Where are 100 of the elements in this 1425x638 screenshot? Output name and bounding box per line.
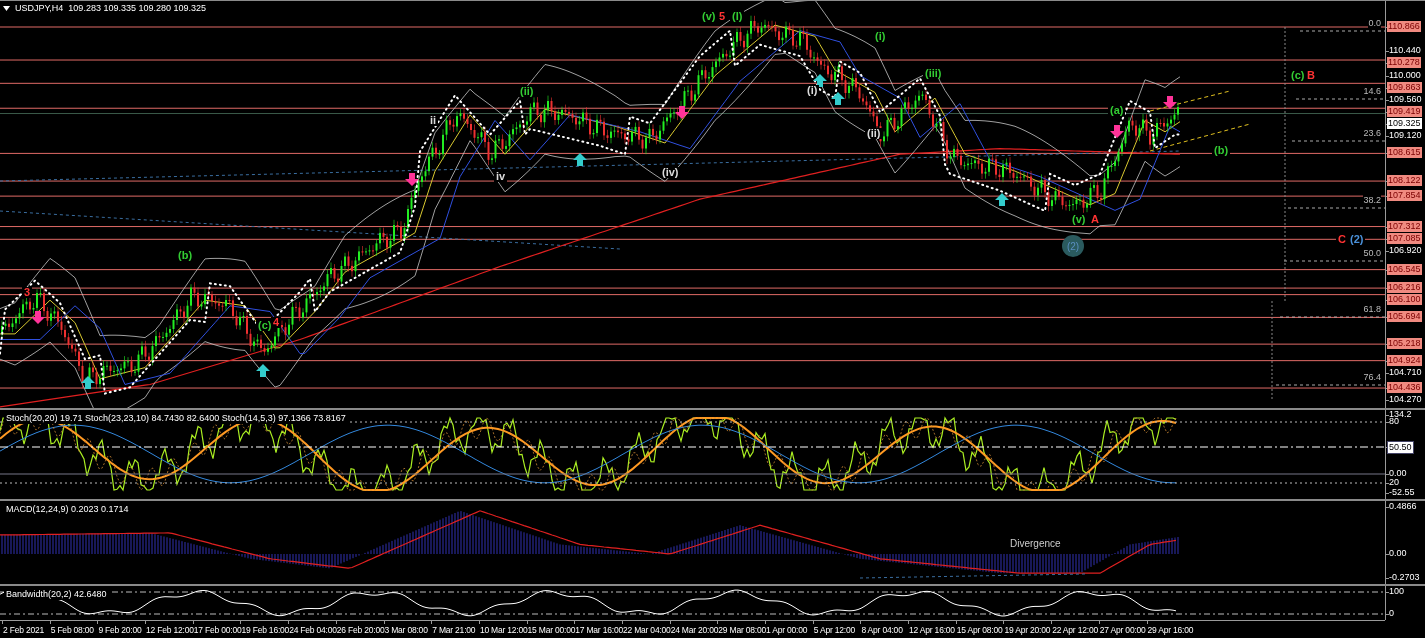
time-label: 10 Mar 12:00 bbox=[479, 625, 528, 635]
fibonacci-label: 0.0 bbox=[1368, 18, 1381, 29]
wave-label: (2) bbox=[1348, 234, 1366, 245]
time-label: 24 Feb 04:00 bbox=[289, 625, 337, 635]
time-label: 17 Feb 00:00 bbox=[193, 625, 242, 635]
wave-label: (ii) bbox=[865, 128, 883, 139]
time-label: 8 Apr 04:00 bbox=[861, 625, 903, 635]
time-label: 19 Apr 20:00 bbox=[1004, 625, 1051, 635]
price-level-tag: 104.924 bbox=[1387, 355, 1422, 366]
down-arrow-icon bbox=[675, 106, 689, 119]
time-label: 12 Feb 12:00 bbox=[146, 625, 194, 635]
price-level-tag: 109.863 bbox=[1387, 82, 1422, 93]
price-label: 109.120 bbox=[1389, 130, 1422, 141]
time-label: 3 Mar 08:00 bbox=[384, 625, 428, 635]
time-label: 24 Mar 20:00 bbox=[670, 625, 719, 635]
wave-label: (v) bbox=[700, 11, 718, 22]
ohlc-values: 109.283 109.335 109.280 109.325 bbox=[68, 3, 206, 14]
price-label: -52.55 bbox=[1389, 487, 1415, 498]
annotation-label: Divergence bbox=[1010, 538, 1061, 549]
indicator-label: Bandwidth(20,2) 42.6480 bbox=[4, 589, 109, 600]
wave-label: (c) bbox=[1289, 70, 1307, 81]
wave-label: (b) bbox=[1212, 145, 1231, 156]
wave-label: (a) bbox=[1108, 105, 1126, 116]
up-arrow-icon bbox=[831, 92, 845, 105]
price-level-tag: 107.085 bbox=[1387, 233, 1422, 244]
wave-label: (v) bbox=[1070, 214, 1088, 225]
price-label: 0.00 bbox=[1389, 468, 1407, 479]
price-level-tag: 106.545 bbox=[1387, 264, 1422, 275]
down-arrow-icon bbox=[1163, 96, 1177, 109]
time-label: 15 Mar 00:00 bbox=[527, 625, 576, 635]
time-label: 29 Mar 08:00 bbox=[718, 625, 766, 635]
indicator-label: MACD(12,24,9) 0.2023 0.1714 bbox=[4, 504, 131, 515]
price-label: -0.2703 bbox=[1389, 572, 1420, 583]
price-level-tag: 107.312 bbox=[1387, 221, 1422, 232]
wave-label: (iii) bbox=[923, 68, 944, 79]
fibonacci-label: 61.8 bbox=[1363, 304, 1381, 315]
fibonacci-label: 14.6 bbox=[1363, 86, 1381, 97]
price-label: 20 bbox=[1389, 477, 1399, 488]
wave-label: C bbox=[1336, 234, 1348, 245]
time-label: 5 Feb 08:00 bbox=[50, 625, 94, 635]
price-level-tag: 109.419 bbox=[1387, 106, 1422, 117]
price-level-tag: 106.216 bbox=[1387, 282, 1422, 293]
dropdown-icon[interactable] bbox=[3, 6, 10, 11]
price-level-tag: 110.866 bbox=[1387, 21, 1421, 32]
time-label: 7 Mar 21:00 bbox=[432, 625, 476, 635]
fibonacci-label: 50.0 bbox=[1363, 248, 1381, 259]
price-label: 110.000 bbox=[1389, 70, 1421, 81]
current-price-tag: 109.325 bbox=[1387, 118, 1422, 129]
price-label: 104.710 bbox=[1389, 367, 1422, 378]
time-label: 12 Apr 16:00 bbox=[909, 625, 955, 635]
wave-label: A bbox=[1089, 214, 1101, 225]
price-label: 106.920 bbox=[1389, 245, 1422, 256]
time-label: 9 Feb 20:00 bbox=[98, 625, 142, 635]
price-label: 0.00 bbox=[1389, 548, 1407, 559]
wave-label: 4 bbox=[271, 317, 282, 328]
wave-label: (I) bbox=[730, 11, 745, 22]
down-arrow-icon bbox=[405, 173, 419, 186]
price-level-tag: 107.854 bbox=[1387, 190, 1422, 201]
down-arrow-icon bbox=[31, 311, 45, 324]
price-label: 110.440 bbox=[1389, 45, 1421, 56]
time-label: 27 Apr 00:00 bbox=[1099, 625, 1146, 635]
time-label: 22 Mar 04:00 bbox=[622, 625, 671, 635]
price-label: 109.560 bbox=[1389, 94, 1422, 105]
up-arrow-icon bbox=[995, 193, 1009, 206]
time-label: 15 Apr 08:00 bbox=[956, 625, 1003, 635]
wave-label: (iv) bbox=[660, 167, 681, 178]
up-arrow-icon bbox=[81, 376, 95, 389]
indicator-label: Stoch(20,20) 19.71 Stoch(23,23,10) 84.7430 82.6400 Stoch(14,5,3) 97.1366 73.8167 bbox=[4, 413, 348, 424]
price-level-tag: 110.278 bbox=[1387, 57, 1421, 68]
fibonacci-label: 23.6 bbox=[1363, 128, 1381, 139]
price-level-tag: 108.615 bbox=[1387, 147, 1422, 158]
chart-title: USDJPY,H4 bbox=[15, 3, 64, 14]
wave-label: (b) bbox=[176, 250, 195, 261]
wave-label: 3 bbox=[22, 287, 33, 298]
time-label: 2 Feb 2021 bbox=[3, 625, 44, 635]
down-arrow-icon bbox=[1110, 125, 1124, 138]
up-arrow-icon bbox=[573, 153, 587, 166]
fibonacci-label: 38.2 bbox=[1363, 195, 1381, 206]
time-label: 22 Apr 12:00 bbox=[1052, 625, 1098, 635]
wave-label: ii bbox=[428, 115, 439, 126]
price-label: 0.4866 bbox=[1389, 501, 1417, 512]
up-arrow-icon bbox=[813, 74, 827, 87]
wave-label: iv bbox=[494, 171, 508, 182]
time-label: 1 Apr 00:00 bbox=[766, 625, 808, 635]
price-label: 0 bbox=[1389, 608, 1394, 619]
up-arrow-icon bbox=[256, 364, 270, 377]
time-label: 5 Apr 12:00 bbox=[813, 625, 855, 635]
fibonacci-label: 76.4 bbox=[1363, 372, 1381, 383]
time-label: 17 Mar 16:00 bbox=[575, 625, 623, 635]
price-label: 104.270 bbox=[1389, 394, 1422, 405]
wave-label: (ii) bbox=[518, 86, 536, 97]
price-level-tag: 108.122 bbox=[1387, 175, 1422, 186]
time-label: 19 Feb 16:00 bbox=[241, 625, 290, 635]
price-level-tag: 105.218 bbox=[1387, 338, 1422, 349]
wave-label: (i) bbox=[873, 31, 888, 42]
price-level-tag: 104.436 bbox=[1387, 382, 1422, 393]
wave-label: 5 bbox=[717, 11, 728, 22]
wave-label: (i) bbox=[805, 85, 820, 96]
level-value-tag: 50.50 bbox=[1387, 441, 1414, 454]
price-level-tag: 105.694 bbox=[1387, 311, 1422, 322]
